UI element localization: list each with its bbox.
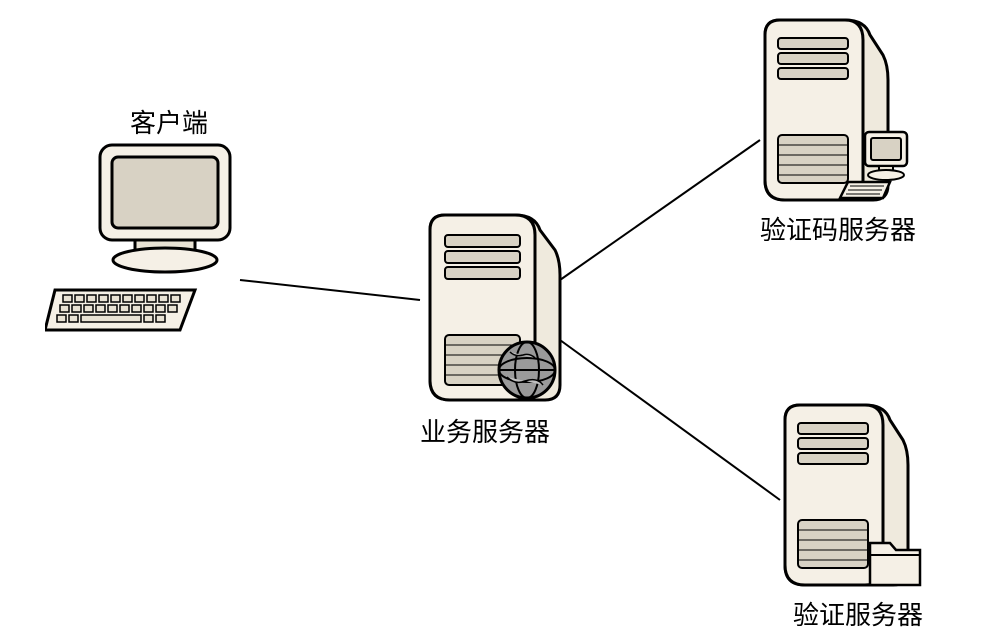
server-icon <box>415 205 570 410</box>
verify-server-node <box>770 395 930 595</box>
diagram-canvas: 客户端 业务服务器 <box>0 0 1000 639</box>
monitor-icon <box>90 140 240 275</box>
captcha-server-label: 验证码服务器 <box>760 210 916 247</box>
captcha-server-node <box>750 10 920 210</box>
client-label: 客户端 <box>130 103 208 140</box>
client-node <box>90 140 240 275</box>
keyboard-icon <box>45 285 205 345</box>
server-icon <box>750 10 920 210</box>
business-server-label: 业务服务器 <box>420 412 550 449</box>
folder-badge-icon <box>870 543 920 585</box>
business-server-node <box>415 205 570 410</box>
server-icon <box>770 395 930 595</box>
verify-server-label: 验证服务器 <box>793 595 923 632</box>
